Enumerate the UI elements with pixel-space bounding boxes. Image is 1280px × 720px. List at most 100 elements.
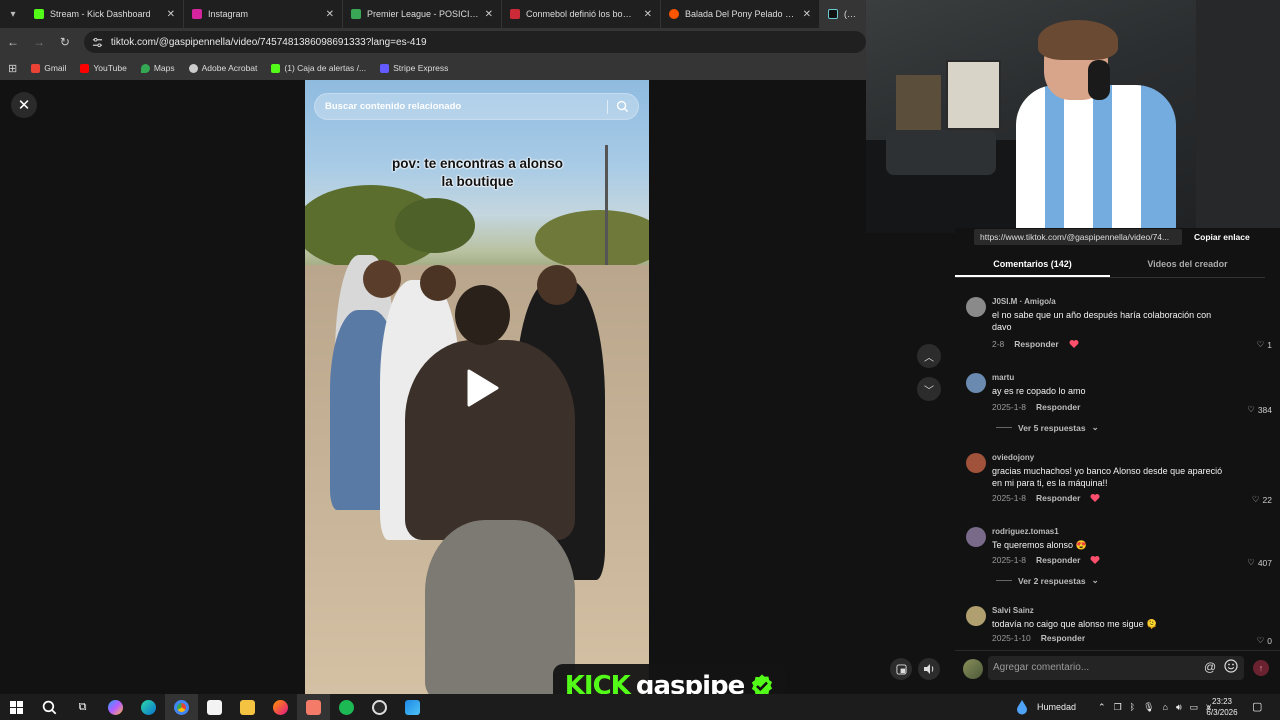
browser-tab[interactable]: Premier League - POSICIONES, ✕ xyxy=(343,0,502,28)
close-tab-icon[interactable]: ✕ xyxy=(803,9,811,20)
bookmark-label: Stripe Express xyxy=(393,63,449,73)
firefox-icon xyxy=(273,699,288,715)
comment-username[interactable]: Salvi Sainz xyxy=(992,606,1034,615)
app-taskbar-button[interactable] xyxy=(396,694,429,720)
tab-creator-videos[interactable]: Videos del creador xyxy=(1110,255,1265,277)
copy-icon[interactable]: ❐ xyxy=(1114,702,1122,713)
volume-button[interactable] xyxy=(918,658,940,680)
like-button[interactable]: ♡ 1 xyxy=(1257,339,1272,350)
avatar[interactable] xyxy=(966,527,986,547)
chrome-taskbar-button[interactable] xyxy=(165,694,198,720)
bookmark-stripe-express[interactable]: Stripe Express xyxy=(380,63,448,73)
bookmark-alerts[interactable]: (1) Caja de alertas /... xyxy=(271,63,366,73)
comment-item: Salvi Sainz todavía no caigo que alonso … xyxy=(966,606,1272,646)
notifications-icon[interactable]: ▢ xyxy=(1252,700,1262,713)
close-tab-icon[interactable]: ✕ xyxy=(485,9,493,20)
microphone-icon[interactable]: 🎙︎ xyxy=(1143,702,1154,713)
comment-username[interactable]: martu xyxy=(992,373,1014,382)
copilot-taskbar-button[interactable] xyxy=(99,694,132,720)
emoji-icon[interactable] xyxy=(1224,659,1238,673)
avatar[interactable] xyxy=(966,297,986,317)
like-button[interactable]: ♡ 22 xyxy=(1252,494,1272,505)
apps-grid-icon[interactable]: ⊞ xyxy=(8,62,17,75)
address-bar[interactable]: tiktok.com/@gaspipennella/video/74574813… xyxy=(83,31,867,53)
reply-button[interactable]: Responder xyxy=(1036,402,1080,412)
edge-taskbar-button[interactable] xyxy=(132,694,165,720)
comment-item: martu ay es re copado lo amo 2025-1-8 Re… xyxy=(966,373,1272,433)
search-button[interactable] xyxy=(33,694,66,720)
site-settings-icon[interactable] xyxy=(92,37,103,48)
firefox-taskbar-button[interactable] xyxy=(264,694,297,720)
share-link-row: https://www.tiktok.com/@gaspipennella/vi… xyxy=(974,228,1264,246)
previous-video-button[interactable]: ︿ xyxy=(917,344,941,368)
like-button[interactable]: ♡ 384 xyxy=(1247,404,1272,415)
like-button[interactable]: ♡ 407 xyxy=(1247,557,1272,568)
reply-button[interactable]: Responder xyxy=(1036,493,1080,503)
explorer-taskbar-button[interactable] xyxy=(231,694,264,720)
heart-outline-icon: ♡ xyxy=(1247,404,1255,414)
copy-link-button[interactable]: Copiar enlace xyxy=(1194,232,1250,242)
bluetooth-icon[interactable]: ᛒ xyxy=(1130,702,1135,712)
battery-icon[interactable]: ▭ xyxy=(1190,702,1199,713)
comment-username[interactable]: rodriguez.tomas1 xyxy=(992,527,1059,536)
bookmark-adobe-acrobat[interactable]: Adobe Acrobat xyxy=(188,63,257,73)
view-replies-button[interactable]: Ver 2 respuestas ⌄ xyxy=(996,575,1099,586)
volume-tray-icon[interactable]: 🔊︎ xyxy=(1176,702,1182,713)
panel-tabs: Comentarios (142) Videos del creador xyxy=(955,255,1265,277)
comment-item: oviedojony gracias muchachos! yo banco A… xyxy=(966,453,1272,513)
forward-arrow-icon[interactable]: → xyxy=(32,35,46,49)
avatar[interactable] xyxy=(966,606,986,626)
reload-icon[interactable]: ↻ xyxy=(58,35,72,49)
browser-tab[interactable]: Balada Del Pony Pelado by sr_al ✕ xyxy=(661,0,820,28)
search-placeholder: Buscar contenido relacionado xyxy=(325,101,462,112)
bookmark-gmail[interactable]: Gmail xyxy=(31,63,66,73)
reply-button[interactable]: Responder xyxy=(1014,339,1058,349)
weather-label[interactable]: Humedad xyxy=(1037,702,1076,712)
system-clock[interactable]: 23:23 6/3/2026 xyxy=(1200,696,1244,718)
close-tab-icon[interactable]: ✕ xyxy=(167,9,175,20)
comment-meta: 2-8 Responder xyxy=(992,339,1079,349)
browser-tab[interactable]: Instagram ✕ xyxy=(184,0,343,28)
browser-tab[interactable]: Stream - Kick Dashboard ✕ xyxy=(26,0,184,28)
browser-tab-active[interactable]: (99+)g xyxy=(820,0,866,28)
avatar[interactable] xyxy=(966,373,986,393)
tab-search-menu-icon[interactable]: ▾ xyxy=(0,0,26,28)
comment-username[interactable]: oviedojony xyxy=(992,453,1034,462)
related-content-search[interactable]: Buscar contenido relacionado xyxy=(314,93,639,120)
close-tab-icon[interactable]: ✕ xyxy=(644,9,652,20)
picture-in-picture-button[interactable] xyxy=(890,658,912,680)
reply-button[interactable]: Responder xyxy=(1036,555,1080,565)
tray-chevron-icon[interactable]: ⌃ xyxy=(1098,702,1106,713)
trees-scenery xyxy=(395,198,475,253)
network-icon[interactable]: ⌂ xyxy=(1163,702,1168,712)
discord-taskbar-button[interactable] xyxy=(297,694,330,720)
play-icon[interactable] xyxy=(461,368,501,408)
comment-username[interactable]: J0SI.M · Amigo/a xyxy=(992,297,1056,306)
like-button[interactable]: ♡ 0 xyxy=(1257,635,1272,646)
task-view-button[interactable]: ⧉ xyxy=(66,694,99,720)
back-arrow-icon[interactable]: ← xyxy=(6,35,20,49)
avatar[interactable] xyxy=(966,453,986,473)
bookmark-youtube[interactable]: YouTube xyxy=(80,63,127,73)
browser-tab[interactable]: Conmebol definió los bombos ✕ xyxy=(502,0,661,28)
browser-toolbar: ← → ↻ tiktok.com/@gaspipennella/video/74… xyxy=(0,28,867,56)
spotify-taskbar-button[interactable] xyxy=(330,694,363,720)
share-url-field[interactable]: https://www.tiktok.com/@gaspipennella/vi… xyxy=(974,229,1182,245)
search-icon[interactable] xyxy=(616,100,629,113)
start-button[interactable] xyxy=(0,694,33,720)
obs-taskbar-button[interactable] xyxy=(363,694,396,720)
close-tab-icon[interactable]: ✕ xyxy=(326,9,334,20)
like-count: 22 xyxy=(1262,494,1272,505)
bookmark-maps[interactable]: Maps xyxy=(140,63,175,73)
view-replies-label: Ver 2 respuestas xyxy=(1018,575,1086,586)
send-comment-button[interactable]: ↑ xyxy=(1253,660,1269,676)
tab-comments[interactable]: Comentarios (142) xyxy=(955,255,1110,277)
mention-icon[interactable]: @ xyxy=(1204,660,1216,674)
comment-item: rodriguez.tomas1 Te queremos alonso 😍 20… xyxy=(966,527,1272,587)
store-taskbar-button[interactable] xyxy=(198,694,231,720)
view-replies-label: Ver 5 respuestas xyxy=(1018,422,1086,433)
view-replies-button[interactable]: Ver 5 respuestas ⌄ xyxy=(996,422,1099,433)
next-video-button[interactable]: ﹀ xyxy=(917,377,941,401)
reply-button[interactable]: Responder xyxy=(1041,633,1085,643)
close-viewer-button[interactable]: ✕ xyxy=(11,92,37,118)
